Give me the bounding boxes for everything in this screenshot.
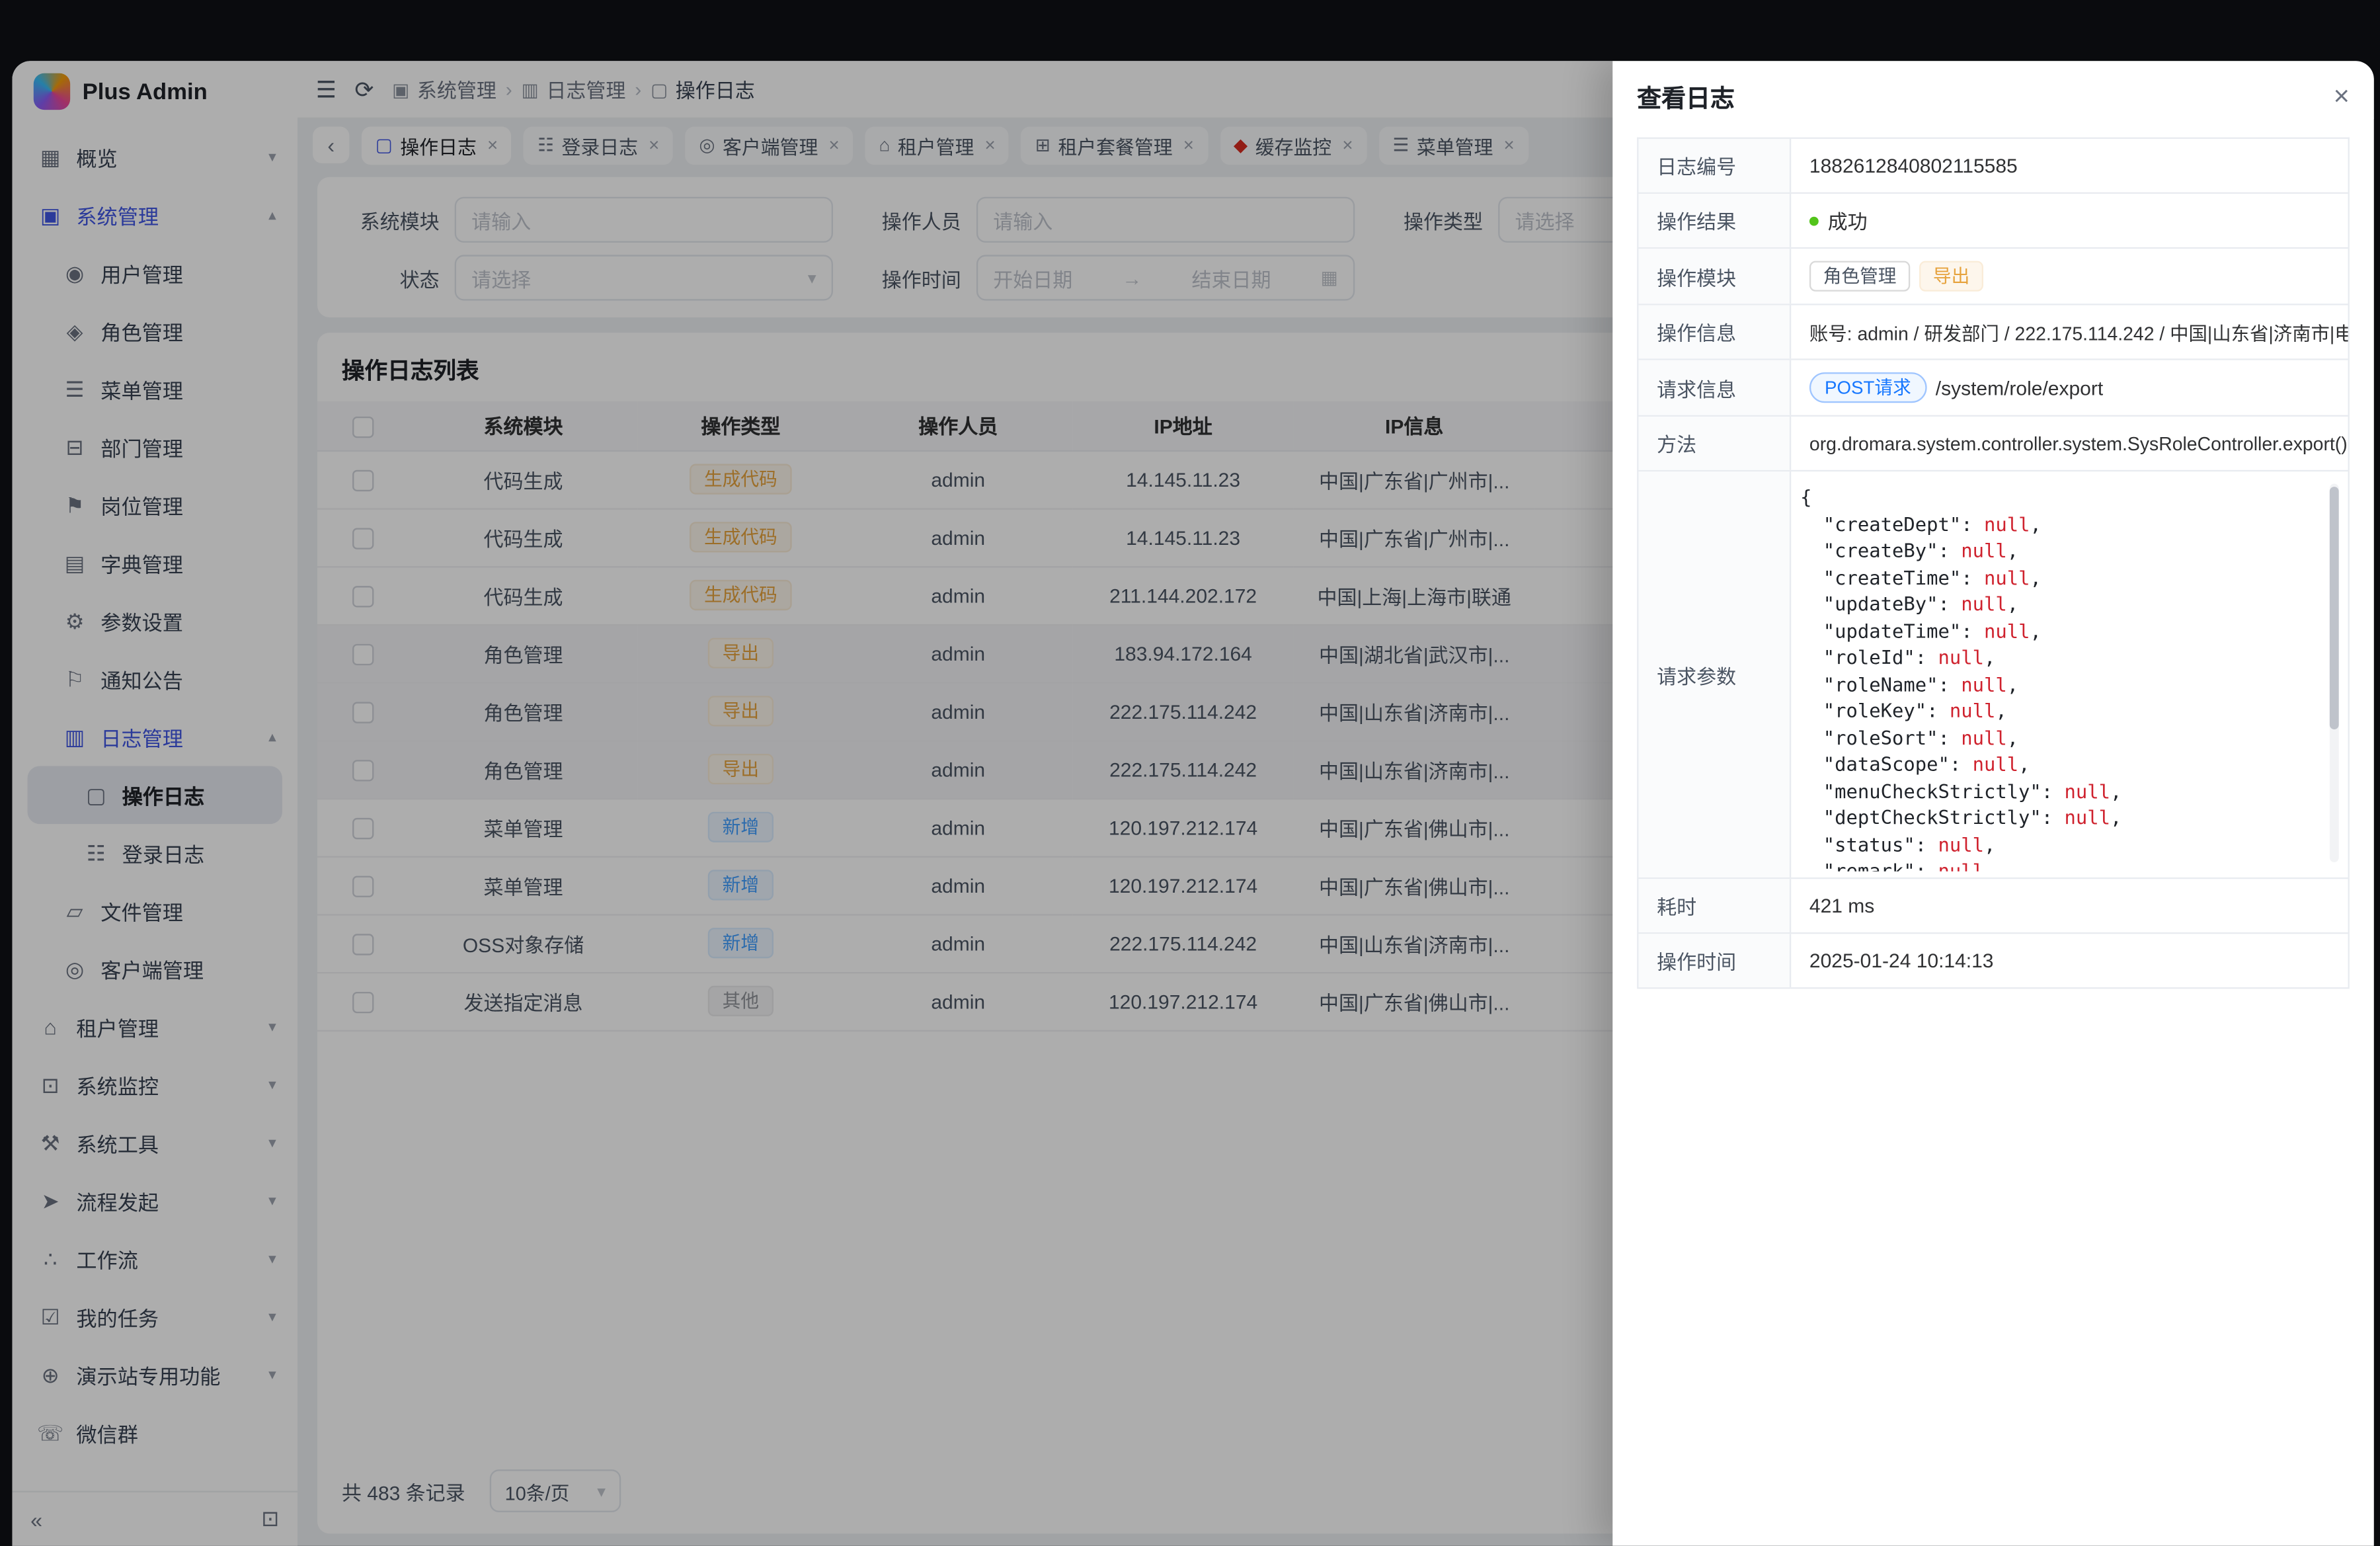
drawer-body: 日志编号 1882612840802115585 操作结果 成功 操作模块 — [1612, 131, 2374, 1013]
field-time: 操作时间 2025-01-24 10:14:13 — [1638, 934, 2348, 989]
success-dot-icon — [1809, 216, 1819, 225]
field-info: 操作信息 账号: admin / 研发部门 / 222.175.114.242 … — [1638, 305, 2348, 360]
cost-value: 421 ms — [1791, 879, 2348, 932]
drawer-title: 查看日志 — [1637, 78, 1735, 114]
field-module: 操作模块 角色管理 导出 — [1638, 249, 2348, 305]
module-value: 角色管理 导出 — [1791, 249, 2348, 304]
result-value: 成功 — [1791, 194, 2348, 247]
code-scrollbar-thumb[interactable] — [2330, 487, 2339, 729]
code-scrollbar — [2330, 484, 2339, 862]
method-value: org.dromara.system.controller.system.Sys… — [1791, 417, 2348, 470]
params-value: { "createDept": null, "createBy": null, … — [1791, 471, 2348, 877]
action-tag: 导出 — [1919, 261, 1983, 292]
log-detail-table: 日志编号 1882612840802115585 操作结果 成功 操作模块 — [1637, 138, 2350, 989]
time-value: 2025-01-24 10:14:13 — [1791, 934, 2348, 987]
field-params: 请求参数 { "createDept": null, "createBy": n… — [1638, 471, 2348, 879]
request-value: POST请求 /system/role/export — [1791, 360, 2348, 415]
field-cost: 耗时 421 ms — [1638, 879, 2348, 934]
field-method: 方法 org.dromara.system.controller.system.… — [1638, 417, 2348, 471]
field-log-id: 日志编号 1882612840802115585 — [1638, 139, 2348, 194]
info-value: 账号: admin / 研发部门 / 222.175.114.242 / 中国|… — [1791, 305, 2348, 359]
page: Plus Admin ▦ 概览 ▾ ▣ 系统管理 ▴ ◉ 用户管理 ◈ 角色管理… — [0, 0, 2380, 1546]
request-url: /system/role/export — [1936, 376, 2103, 399]
log-id-value: 1882612840802115585 — [1791, 139, 2348, 192]
field-request: 请求信息 POST请求 /system/role/export — [1638, 360, 2348, 417]
app-window: Plus Admin ▦ 概览 ▾ ▣ 系统管理 ▴ ◉ 用户管理 ◈ 角色管理… — [12, 61, 2373, 1545]
module-tag: 角色管理 — [1809, 261, 1910, 292]
post-method-tag: POST请求 — [1809, 372, 1926, 403]
close-icon[interactable]: × — [2334, 83, 2350, 110]
field-result: 操作结果 成功 — [1638, 194, 2348, 249]
json-code-block: { "createDept": null, "createBy": null, … — [1797, 477, 2342, 871]
drawer-header: 查看日志 × — [1612, 61, 2374, 131]
view-log-drawer: 查看日志 × 日志编号 1882612840802115585 操作结果 成功 — [1612, 61, 2374, 1545]
